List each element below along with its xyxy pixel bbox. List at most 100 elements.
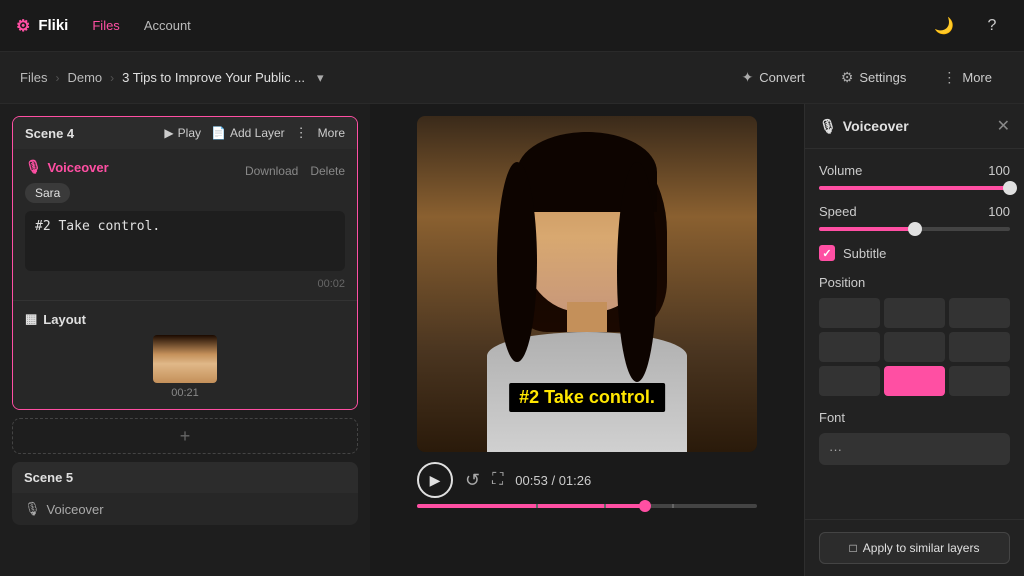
font-selector[interactable]: ··· bbox=[819, 433, 1010, 465]
thumb-duration: 00:21 bbox=[171, 387, 199, 399]
progress-fill bbox=[417, 504, 645, 508]
scene5-vo-label: Voiceover bbox=[47, 502, 104, 517]
apply-similar-button[interactable]: □ Apply to similar layers bbox=[819, 532, 1010, 564]
scene4-title: Scene 4 bbox=[25, 126, 74, 141]
speed-value: 100 bbox=[988, 204, 1010, 219]
convert-button[interactable]: ✦ Convert bbox=[730, 63, 817, 92]
voiceover-actions: Download Delete bbox=[245, 164, 345, 178]
left-panel: Scene 4 ▶ Play 📄 Add Layer ⋮ More 🎙 bbox=[0, 104, 370, 576]
rp-title-text: Voiceover bbox=[843, 118, 909, 134]
download-link[interactable]: Download bbox=[245, 164, 298, 178]
rp-footer: □ Apply to similar layers bbox=[805, 519, 1024, 576]
position-cell-5[interactable] bbox=[949, 332, 1010, 362]
breadcrumb-dropdown-icon[interactable]: ▾ bbox=[317, 70, 324, 86]
play-pause-button[interactable]: ▶ bbox=[417, 462, 453, 498]
breadcrumb-actions: ✦ Convert ⚙ Settings ⋮ More bbox=[730, 63, 1004, 92]
position-cell-7[interactable] bbox=[884, 366, 945, 396]
position-grid bbox=[819, 298, 1010, 396]
add-layer-label: Add Layer bbox=[230, 126, 285, 140]
breadcrumb-demo[interactable]: Demo bbox=[67, 70, 102, 85]
time-display: 00:53 / 01:26 bbox=[515, 473, 591, 488]
speed-label: Speed bbox=[819, 204, 857, 219]
topnav: ⚙ Fliki Files Account 🌙 ? bbox=[0, 0, 1024, 52]
help-button[interactable]: ? bbox=[976, 10, 1008, 42]
thumbnail-image bbox=[153, 335, 217, 383]
time-total: 01:26 bbox=[559, 473, 592, 488]
volume-control: Volume 100 bbox=[819, 163, 1010, 190]
progress-track[interactable] bbox=[417, 504, 757, 508]
more-label: More bbox=[962, 70, 992, 85]
fullscreen-button[interactable]: ⛶ bbox=[492, 471, 503, 489]
volume-thumb[interactable] bbox=[1003, 181, 1017, 195]
video-player: #2 Take control. bbox=[417, 116, 757, 452]
voiceover-icon: 🎙 bbox=[25, 159, 42, 175]
add-layer-icon: 📄 bbox=[211, 126, 226, 140]
scene4-play-button[interactable]: ▶ Play bbox=[164, 126, 201, 140]
scene4-card: Scene 4 ▶ Play 📄 Add Layer ⋮ More 🎙 bbox=[12, 116, 358, 410]
position-cell-3[interactable] bbox=[819, 332, 880, 362]
voiceover-label: 🎙 Voiceover bbox=[25, 159, 109, 175]
rp-header: 🎙 Voiceover ✕ bbox=[805, 104, 1024, 149]
delete-link[interactable]: Delete bbox=[310, 164, 345, 178]
convert-icon: ✦ bbox=[742, 69, 754, 86]
subtitle-label: Subtitle bbox=[843, 246, 886, 261]
breadcrumb-files[interactable]: Files bbox=[20, 70, 47, 85]
speed-thumb[interactable] bbox=[908, 222, 922, 236]
position-cell-4[interactable] bbox=[884, 332, 945, 362]
volume-value: 100 bbox=[988, 163, 1010, 178]
main-layout: Scene 4 ▶ Play 📄 Add Layer ⋮ More 🎙 bbox=[0, 104, 1024, 576]
checkbox-check-icon: ✓ bbox=[822, 247, 831, 260]
video-controls: ▶ ↺ ⛶ 00:53 / 01:26 bbox=[417, 462, 757, 508]
font-label: Font bbox=[819, 410, 1010, 425]
play-label: Play bbox=[178, 126, 201, 140]
voiceover-label-row: 🎙 Voiceover Download Delete bbox=[25, 159, 345, 183]
script-textarea[interactable] bbox=[25, 211, 345, 271]
font-section: Font ··· bbox=[819, 410, 1010, 465]
subtitle-checkbox[interactable]: ✓ bbox=[819, 245, 835, 261]
rp-close-button[interactable]: ✕ bbox=[997, 116, 1010, 136]
nav-account[interactable]: Account bbox=[144, 18, 191, 33]
position-cell-1[interactable] bbox=[884, 298, 945, 328]
scene4-header: Scene 4 ▶ Play 📄 Add Layer ⋮ More bbox=[13, 117, 357, 149]
settings-icon: ⚙ bbox=[841, 69, 854, 86]
app-name: Fliki bbox=[38, 17, 68, 34]
volume-header: Volume 100 bbox=[819, 163, 1010, 178]
speed-slider[interactable] bbox=[819, 227, 1010, 231]
voice-tag[interactable]: Sara bbox=[25, 183, 70, 203]
nav-files[interactable]: Files bbox=[92, 18, 119, 33]
volume-slider[interactable] bbox=[819, 186, 1010, 190]
volume-fill bbox=[819, 186, 1010, 190]
script-duration: 00:02 bbox=[25, 278, 345, 290]
time-separator: / bbox=[551, 473, 558, 488]
position-cell-8[interactable] bbox=[949, 366, 1010, 396]
volume-label: Volume bbox=[819, 163, 862, 178]
sep1: › bbox=[55, 71, 59, 85]
progress-tick3 bbox=[672, 504, 674, 508]
more-icon: ⋮ bbox=[942, 69, 956, 86]
layout-text: Layout bbox=[43, 312, 86, 327]
center-panel: #2 Take control. ▶ ↺ ⛶ 00:53 / 01:26 bbox=[370, 104, 804, 576]
apply-icon: □ bbox=[850, 541, 857, 555]
position-cell-2[interactable] bbox=[949, 298, 1010, 328]
more-button[interactable]: ⋮ More bbox=[930, 63, 1004, 92]
progress-thumb[interactable] bbox=[639, 500, 651, 512]
add-scene-button[interactable]: + bbox=[12, 418, 358, 454]
position-cell-0[interactable] bbox=[819, 298, 880, 328]
add-layer-button[interactable]: 📄 Add Layer bbox=[211, 126, 285, 140]
breadcrumb-bar: Files › Demo › 3 Tips to Improve Your Pu… bbox=[0, 52, 1024, 104]
restart-button[interactable]: ↺ bbox=[465, 470, 480, 491]
settings-button[interactable]: ⚙ Settings bbox=[829, 63, 919, 92]
layout-section: ▦ Layout 00:21 bbox=[13, 300, 357, 409]
position-cell-6[interactable] bbox=[819, 366, 880, 396]
layout-icon: ▦ bbox=[25, 311, 37, 327]
scene5-vo-icon: 🎙 bbox=[24, 501, 41, 517]
scene4-more-label: More bbox=[318, 126, 345, 140]
dark-mode-toggle[interactable]: 🌙 bbox=[928, 10, 960, 42]
rp-icon: 🎙 bbox=[819, 118, 837, 135]
neck bbox=[567, 302, 607, 332]
sep2: › bbox=[110, 71, 114, 85]
hair-left bbox=[497, 162, 537, 362]
position-label: Position bbox=[819, 275, 1010, 290]
logo-icon: ⚙ bbox=[16, 16, 30, 36]
scene4-more-button[interactable]: ⋮ bbox=[295, 125, 308, 141]
